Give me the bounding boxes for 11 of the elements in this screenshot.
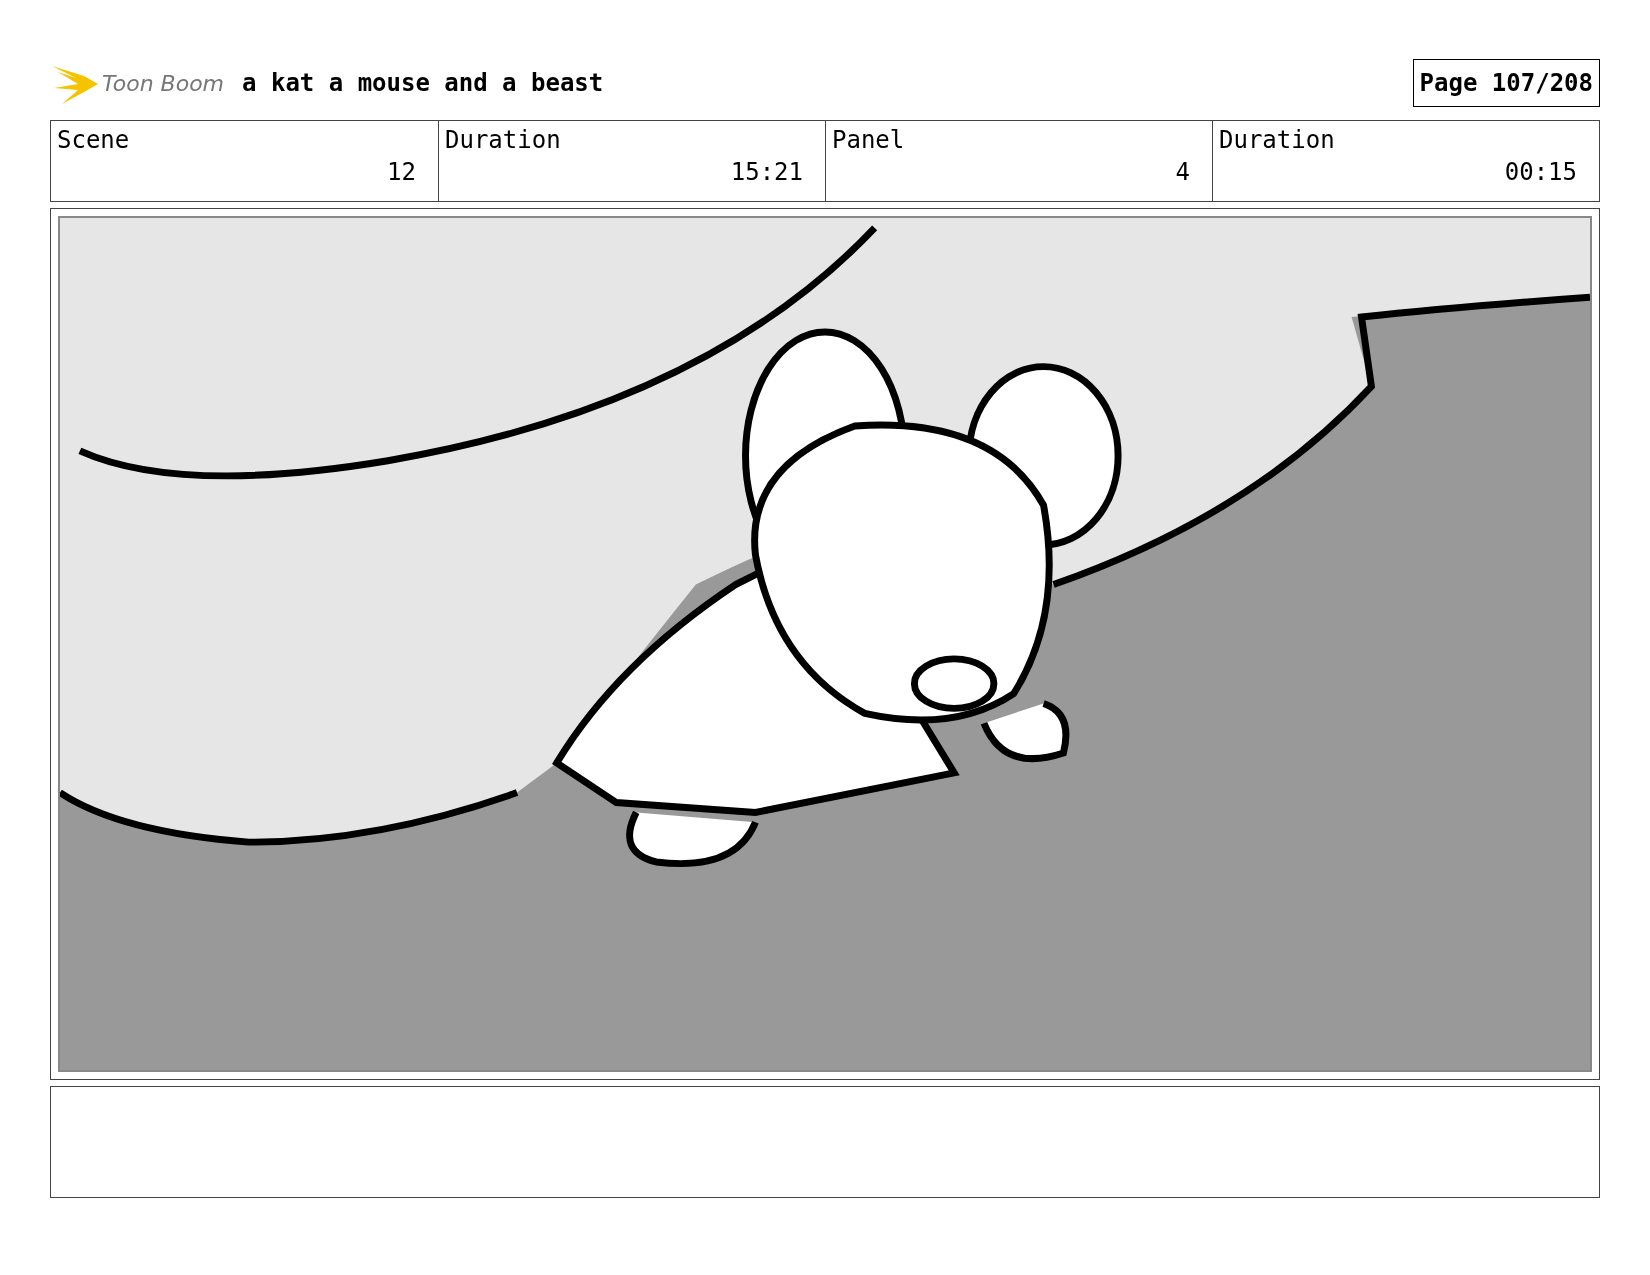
storyboard-title: a kat a mouse and a beast bbox=[242, 68, 604, 99]
field-label: Duration bbox=[1219, 125, 1335, 156]
field-label: Panel bbox=[832, 125, 905, 156]
page-number: Page 107/208 bbox=[1412, 59, 1600, 107]
brand-logo-text: Toon Boom bbox=[102, 69, 225, 98]
field-value: 00:15 bbox=[1504, 157, 1577, 187]
field-value: 15:21 bbox=[730, 157, 803, 187]
field-label: Scene bbox=[57, 125, 130, 156]
field-label: Duration bbox=[445, 125, 561, 156]
field-value: 12 bbox=[387, 157, 416, 187]
field-value: 4 bbox=[1175, 157, 1190, 187]
